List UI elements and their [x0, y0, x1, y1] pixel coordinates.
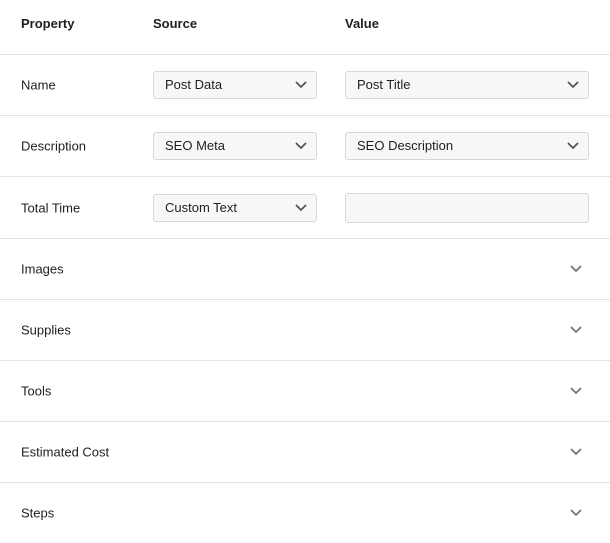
row-label: Total Time — [21, 200, 81, 215]
chevron-down-icon — [567, 141, 579, 151]
total-time-source-select[interactable]: Custom Text — [153, 193, 317, 222]
section-label: Estimated Cost — [21, 444, 110, 460]
header-property: Property — [21, 16, 75, 31]
section-label: Steps — [21, 505, 55, 521]
select-value: SEO Description — [357, 138, 454, 153]
section-images[interactable]: Images — [0, 239, 610, 300]
section-label: Supplies — [21, 322, 71, 338]
description-value-select[interactable]: SEO Description — [345, 132, 589, 160]
chevron-down-icon[interactable] — [570, 447, 582, 457]
row-label: Name — [21, 77, 56, 93]
table-row-total-time: Total Time Custom Text — [0, 177, 610, 239]
table-row-description: Description SEO Meta SEO Description — [0, 116, 610, 177]
chevron-down-icon — [295, 203, 307, 213]
name-value-select[interactable]: Post Title — [345, 71, 589, 99]
section-label: Images — [21, 261, 64, 277]
section-steps[interactable]: Steps — [0, 483, 610, 543]
table-header: Property Source Value — [0, 0, 610, 55]
row-label: Description — [21, 138, 87, 154]
chevron-down-icon — [295, 141, 307, 151]
table-row-name: Name Post Data Post Title — [0, 55, 610, 116]
chevron-down-icon[interactable] — [570, 325, 582, 335]
section-label: Tools — [21, 383, 52, 399]
chevron-down-icon — [567, 80, 579, 90]
select-value: SEO Meta — [165, 138, 225, 153]
name-source-select[interactable]: Post Data — [153, 71, 317, 99]
section-tools[interactable]: Tools — [0, 361, 610, 422]
schema-properties-table: Property Source Value Name Post Data Pos… — [0, 0, 610, 543]
total-time-value-input[interactable] — [345, 192, 589, 223]
chevron-down-icon[interactable] — [570, 508, 582, 518]
section-estimated-cost[interactable]: Estimated Cost — [0, 422, 610, 483]
header-value: Value — [345, 16, 379, 31]
section-supplies[interactable]: Supplies — [0, 300, 610, 361]
header-source: Source — [153, 16, 198, 31]
select-value: Custom Text — [165, 199, 238, 215]
chevron-down-icon[interactable] — [570, 386, 582, 396]
select-value: Post Title — [357, 77, 411, 92]
chevron-down-icon[interactable] — [570, 264, 582, 274]
chevron-down-icon — [295, 80, 307, 90]
description-source-select[interactable]: SEO Meta — [153, 132, 317, 160]
select-value: Post Data — [165, 77, 223, 92]
